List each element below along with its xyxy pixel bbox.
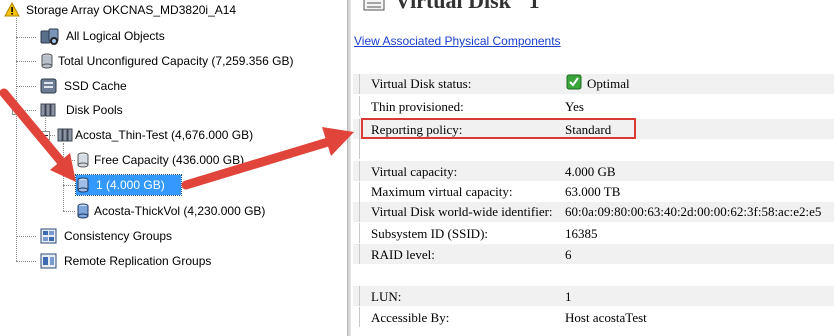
tree-item-label: Disk Pools [66, 103, 123, 117]
reporting-policy-highlight-box [361, 118, 636, 139]
disk-pool-icon [57, 127, 75, 143]
tree-item-all-logical-objects[interactable]: All Logical Objects [40, 26, 240, 46]
maximum-virtual-capacity-value: 63.000 TB [565, 184, 621, 199]
remote-replication-icon [40, 253, 58, 269]
row-separator [359, 182, 360, 202]
warning-icon [4, 1, 22, 18]
virtual-disk-status-value: Optimal [587, 76, 630, 91]
tree-root-label: Storage Array OKCNAS_MD3820i_A14 [26, 3, 237, 17]
virtual-disk-details-panel: Virtual Disk "1" View Associated Physica… [351, 0, 834, 336]
raid-level-value: 6 [565, 247, 572, 262]
property-label: Maximum virtual capacity: [371, 184, 513, 199]
view-associated-physical-components-link[interactable]: View Associated Physical Components [354, 34, 561, 48]
lun-value: 1 [565, 289, 572, 304]
row-separator [359, 96, 360, 116]
virtual-disk-icon [76, 203, 94, 219]
row-separator [359, 139, 360, 159]
capacity-cylinder-icon [40, 53, 58, 69]
property-label: Virtual Disk world-wide identifier: [371, 204, 553, 219]
tree-item-consistency-groups[interactable]: Consistency Groups [40, 226, 260, 246]
tree-item-label: Acosta-ThickVol (4,230.000 GB) [94, 204, 266, 218]
tree-item-virtual-disk-1[interactable]: 1 (4.000 GB) [75, 174, 182, 196]
row-separator [359, 244, 360, 264]
property-label: RAID level: [371, 247, 435, 262]
status-optimal-icon [566, 74, 582, 93]
property-label: Subsystem ID (SSID): [371, 226, 489, 241]
row-separator [359, 74, 360, 94]
virtual-disk-icon [76, 177, 94, 193]
property-label: Thin provisioned: [371, 99, 464, 114]
tree-item-label: 1 (4.000 GB) [96, 178, 165, 192]
ssd-cache-icon [40, 78, 58, 94]
consistency-groups-icon [40, 228, 58, 244]
ssid-value: 16385 [565, 226, 598, 241]
logical-objects-icon [40, 28, 59, 45]
property-label: LUN: [371, 289, 402, 304]
property-row [353, 286, 834, 306]
property-label: Virtual Disk status: [371, 76, 472, 91]
tree-item-label: Consistency Groups [64, 229, 173, 243]
logical-tree-panel: Storage Array OKCNAS_MD3820i_A14 All Log… [0, 0, 347, 336]
tree-root-storage-array[interactable]: Storage Array OKCNAS_MD3820i_A14 [4, 0, 304, 20]
tree-item-pool-acosta-thin-test[interactable]: Acosta_Thin-Test (4,676.000 GB) [57, 125, 317, 145]
world-wide-identifier-value: 60:0a:09:80:00:63:40:2d:00:00:62:3f:58:a… [565, 204, 822, 219]
tree-item-free-capacity[interactable]: Free Capacity (436.000 GB) [76, 150, 276, 170]
tree-item-label: Remote Replication Groups [64, 254, 212, 268]
accessible-by-value: Host acostaTest [565, 310, 647, 325]
thin-provisioned-value: Yes [565, 99, 584, 114]
row-separator [359, 286, 360, 306]
row-separator [359, 161, 360, 181]
row-separator [359, 119, 360, 139]
collapse-toggle-disk-pools[interactable] [12, 106, 21, 115]
tree-item-acosta-thickvol[interactable]: Acosta-ThickVol (4,230.000 GB) [76, 201, 296, 221]
virtual-disk-heading-icon [363, 0, 385, 15]
tree-item-unconfigured-capacity[interactable]: Total Unconfigured Capacity (7,259.356 G… [40, 51, 340, 71]
property-label: Virtual capacity: [371, 164, 458, 179]
row-separator [359, 223, 360, 243]
tree-item-ssd-cache[interactable]: SSD Cache [40, 76, 240, 96]
tree-item-disk-pools[interactable]: Disk Pools [40, 100, 240, 120]
collapse-toggle-pool[interactable] [41, 131, 50, 140]
tree-item-label: Acosta_Thin-Test (4,676.000 GB) [75, 128, 254, 142]
property-label: Accessible By: [371, 310, 450, 325]
disk-pools-icon [40, 102, 58, 118]
page-title: Virtual Disk "1" [395, 0, 552, 13]
free-capacity-icon [76, 152, 94, 168]
tree-item-label: SSD Cache [64, 79, 127, 93]
row-separator [359, 307, 360, 327]
tree-item-label: All Logical Objects [66, 29, 165, 43]
row-separator [359, 202, 360, 222]
tree-item-label: Free Capacity (436.000 GB) [94, 153, 245, 167]
virtual-capacity-value: 4.000 GB [565, 164, 616, 179]
tree-item-remote-replication-groups[interactable]: Remote Replication Groups [40, 251, 280, 271]
tree-item-label: Total Unconfigured Capacity (7,259.356 G… [58, 54, 294, 68]
